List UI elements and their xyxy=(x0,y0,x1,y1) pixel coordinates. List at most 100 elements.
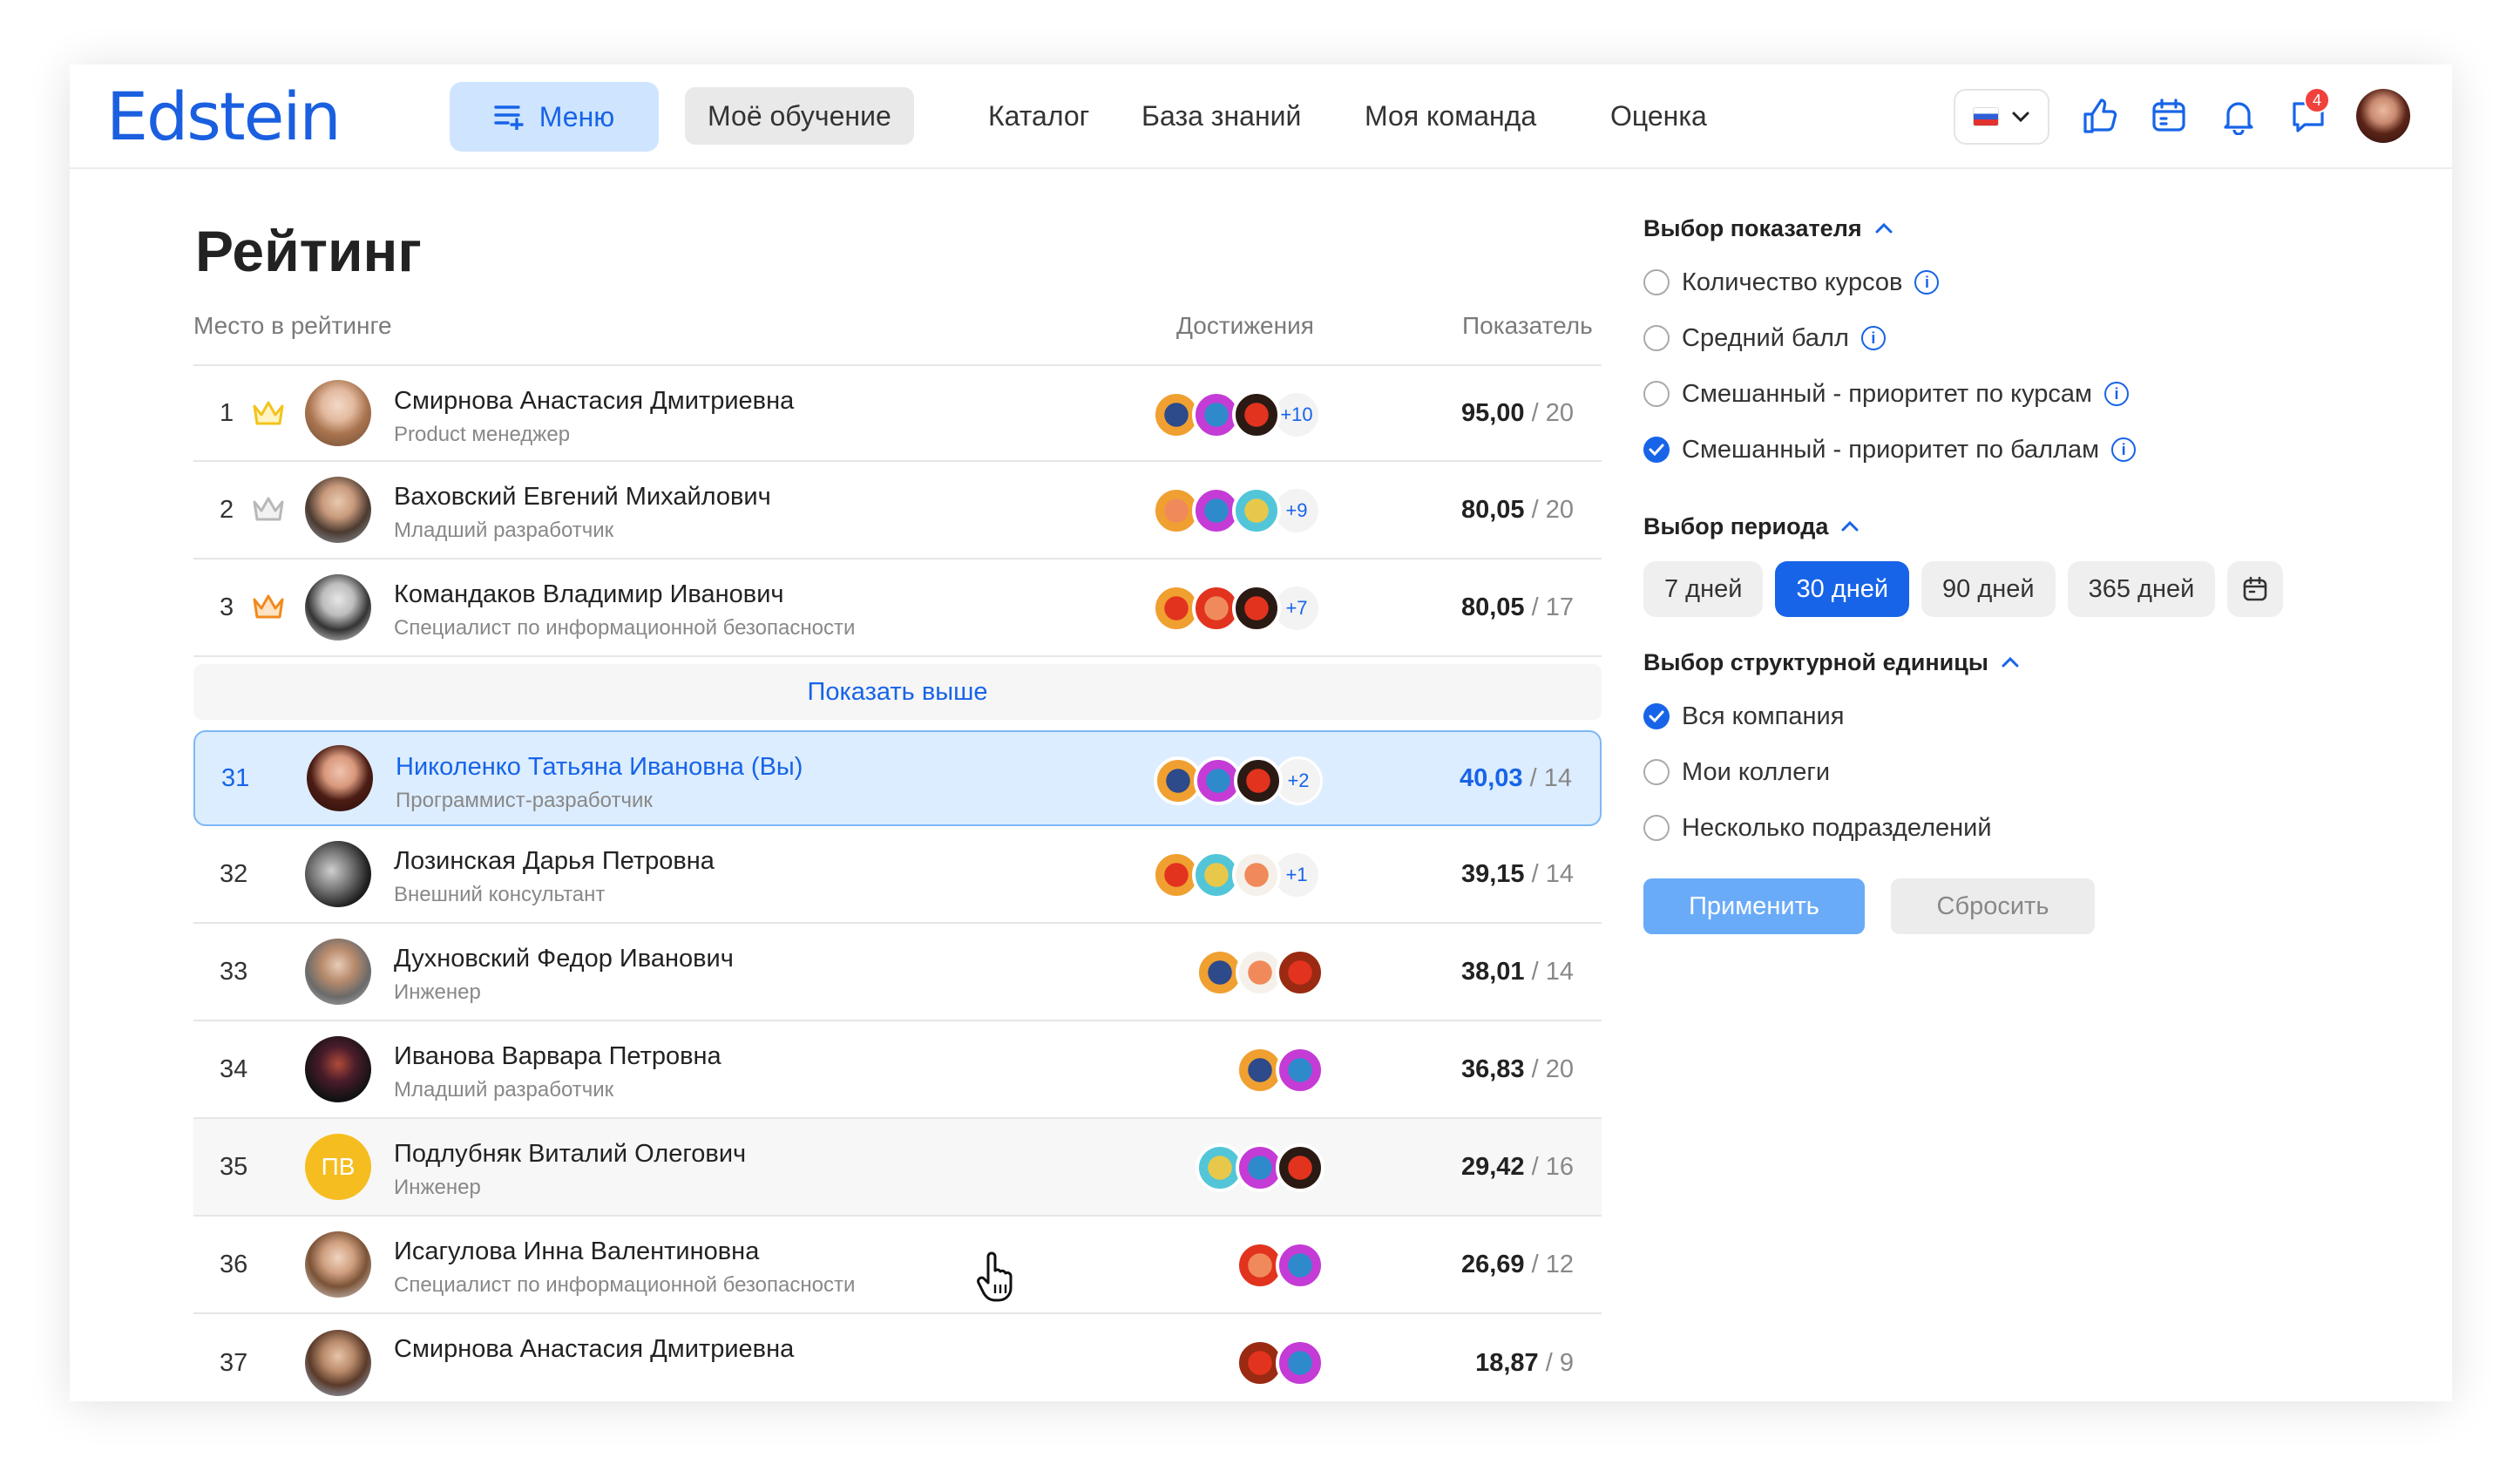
table-row[interactable]: 32 Лозинская Дарья Петровна Внешний консу… xyxy=(193,826,1602,924)
unit-section-header[interactable]: Выбор структурной единицы xyxy=(1643,647,2428,678)
table-row[interactable]: 33 Духновский Федор Иванович Инженер 38,0… xyxy=(193,924,1602,1021)
radio[interactable] xyxy=(1643,325,1670,351)
avatar xyxy=(307,745,373,811)
achievements[interactable]: +9 xyxy=(1152,486,1321,535)
crown-gold-icon xyxy=(253,401,284,425)
like-icon[interactable] xyxy=(2076,92,2123,139)
chevron-down-icon xyxy=(2012,112,2029,123)
language-select[interactable] xyxy=(1954,89,2049,145)
score: 39,15 / 14 xyxy=(1460,859,1574,888)
chevron-up-icon xyxy=(1875,222,1893,234)
user-name[interactable]: Смирнова Анастасия Дмитриевна xyxy=(394,387,794,416)
top-bar: Edstein Меню Моё обучение Каталог База з… xyxy=(70,64,2452,169)
achievements[interactable]: +1 xyxy=(1152,851,1321,899)
table-row[interactable]: 1 Смирнова Анастасия Дмитриевна Product м… xyxy=(193,364,1602,462)
filter-panel: Выбор показателя Количество курсов i Сред… xyxy=(1643,213,2428,934)
achievements[interactable]: +7 xyxy=(1152,584,1321,633)
user-role: Младший разработчик xyxy=(394,1078,614,1102)
user-name[interactable]: Командаков Владимир Иванович xyxy=(394,580,855,609)
achievements[interactable] xyxy=(1196,948,1324,997)
table-row-current-user[interactable]: 31 Николенко Татьяна Ивановна (Вы) Програ… xyxy=(193,730,1602,826)
messages-icon[interactable]: 4 xyxy=(2285,87,2332,139)
nav-catalog[interactable]: Каталог xyxy=(965,87,1112,145)
user-role: Product менеджер xyxy=(394,423,571,446)
radio[interactable] xyxy=(1643,381,1670,407)
achievement-badge-icon xyxy=(1234,756,1283,805)
rank: 31 xyxy=(221,763,250,792)
period-7[interactable]: 7 дней xyxy=(1643,561,1764,617)
user-name[interactable]: Духновский Федор Иванович xyxy=(394,945,734,973)
logo[interactable]: Edstein xyxy=(106,77,342,155)
menu-button[interactable]: Меню xyxy=(450,82,659,152)
rank: 32 xyxy=(220,859,248,888)
user-name[interactable]: Иванова Варвара Петровна xyxy=(394,1042,721,1071)
avatar xyxy=(305,1330,371,1396)
info-icon[interactable]: i xyxy=(1860,326,1886,350)
table-row[interactable]: 35 ПВ Подлубняк Виталий Олегович Инженер … xyxy=(193,1119,1602,1217)
achievements[interactable] xyxy=(1236,1046,1324,1095)
score: 36,83 / 20 xyxy=(1460,1054,1574,1083)
nav-my-learning[interactable]: Моё обучение xyxy=(685,87,914,145)
period-90[interactable]: 90 дней xyxy=(1921,561,2056,617)
avatar xyxy=(305,477,371,543)
radio-checked[interactable] xyxy=(1643,437,1670,463)
table-row[interactable]: 36 Исагулова Инна Валентиновна Специалист… xyxy=(193,1217,1602,1314)
info-icon[interactable]: i xyxy=(2103,382,2129,406)
period-30[interactable]: 30 дней xyxy=(1775,561,1910,617)
metric-option-mixed-scores[interactable]: Смешанный - приоритет по баллам i xyxy=(1643,422,2428,478)
unit-option-colleagues[interactable]: Мои коллеги xyxy=(1643,744,2428,800)
radio[interactable] xyxy=(1643,269,1670,295)
achievements[interactable]: +2 xyxy=(1154,756,1323,805)
rating-list: 1 Смирнова Анастасия Дмитриевна Product м… xyxy=(193,364,1602,1401)
rank: 1 xyxy=(220,398,234,427)
metric-option-courses[interactable]: Количество курсов i xyxy=(1643,254,2428,310)
metric-option-mixed-courses[interactable]: Смешанный - приоритет по курсам i xyxy=(1643,366,2428,422)
user-name[interactable]: Исагулова Инна Валентиновна xyxy=(394,1237,855,1266)
score: 95,00 / 20 xyxy=(1460,398,1574,427)
radio[interactable] xyxy=(1643,815,1670,841)
custom-period-button[interactable] xyxy=(2227,561,2284,617)
calendar-icon[interactable] xyxy=(2145,92,2192,139)
rank: 3 xyxy=(220,593,234,621)
info-icon[interactable]: i xyxy=(2111,437,2137,462)
period-section-header[interactable]: Выбор периода xyxy=(1643,511,2428,542)
radio[interactable] xyxy=(1643,759,1670,785)
score: 40,03 / 14 xyxy=(1459,763,1572,792)
user-role: Специалист по информационной безопасност… xyxy=(394,616,856,640)
check-icon xyxy=(1649,444,1664,457)
table-row[interactable]: 2 Ваховский Евгений Михайлович Младший ра… xyxy=(193,462,1602,559)
user-name[interactable]: Николенко Татьяна Ивановна (Вы) xyxy=(396,753,803,782)
table-row[interactable]: 3 Командаков Владимир Иванович Специалист… xyxy=(193,559,1602,657)
bell-icon[interactable] xyxy=(2215,92,2262,139)
user-avatar[interactable] xyxy=(2356,89,2410,143)
unit-option-departments[interactable]: Несколько подразделений xyxy=(1643,800,2428,856)
achievement-badge-icon xyxy=(1232,486,1281,535)
apply-button[interactable]: Применить xyxy=(1643,878,1865,934)
reset-button[interactable]: Сбросить xyxy=(1891,878,2095,934)
nav-knowledge-base[interactable]: База знаний xyxy=(1119,87,1324,145)
radio-checked[interactable] xyxy=(1643,703,1670,729)
metric-section-header[interactable]: Выбор показателя xyxy=(1643,213,2428,244)
unit-option-company[interactable]: Вся компания xyxy=(1643,688,2428,744)
nav-assessment[interactable]: Оценка xyxy=(1588,87,1730,145)
page-title: Рейтинг xyxy=(195,219,422,283)
avatar xyxy=(305,380,371,446)
achievements[interactable]: +10 xyxy=(1152,390,1321,439)
user-name[interactable]: Подлубняк Виталий Олегович xyxy=(394,1140,746,1169)
show-more-button[interactable]: Показать выше xyxy=(193,664,1602,720)
table-row[interactable]: 34 Иванова Варвара Петровна Младший разра… xyxy=(193,1021,1602,1119)
user-name[interactable]: Лозинская Дарья Петровна xyxy=(394,847,715,876)
achievements[interactable] xyxy=(1236,1241,1324,1290)
crown-bronze-icon xyxy=(253,594,284,619)
achievements[interactable] xyxy=(1196,1143,1324,1192)
info-icon[interactable]: i xyxy=(1914,270,1940,295)
period-365[interactable]: 365 дней xyxy=(2067,561,2216,617)
user-name[interactable]: Ваховский Евгений Михайлович xyxy=(394,483,771,512)
metric-option-avg[interactable]: Средний балл i xyxy=(1643,310,2428,366)
user-name[interactable]: Смирнова Анастасия Дмитриевна xyxy=(394,1335,794,1364)
nav-my-team[interactable]: Моя команда xyxy=(1342,87,1559,145)
achievement-badge-icon xyxy=(1232,584,1281,633)
achievements[interactable] xyxy=(1236,1339,1324,1387)
table-row[interactable]: 37 Смирнова Анастасия Дмитриевна 18,87 /… xyxy=(193,1314,1602,1401)
column-score: Показатель xyxy=(1462,312,1593,339)
